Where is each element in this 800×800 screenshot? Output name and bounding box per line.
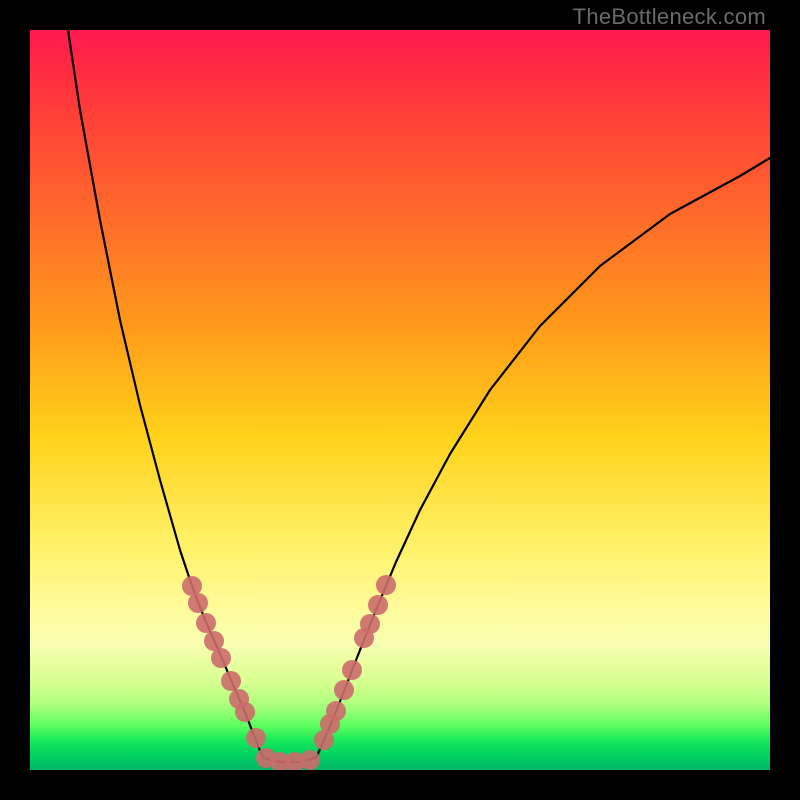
curve-marker bbox=[221, 671, 241, 691]
curve-marker bbox=[182, 576, 202, 596]
curve-marker bbox=[360, 614, 380, 634]
curve-marker bbox=[300, 750, 320, 770]
bottleneck-curve bbox=[68, 30, 770, 762]
curve-marker bbox=[211, 648, 231, 668]
watermark-text: TheBottleneck.com bbox=[573, 4, 766, 30]
curve-marker bbox=[235, 702, 255, 722]
curve-marker bbox=[334, 680, 354, 700]
plot-area bbox=[30, 30, 770, 770]
marker-group bbox=[182, 575, 396, 770]
curve-marker bbox=[368, 595, 388, 615]
curve-marker bbox=[246, 728, 266, 748]
chart-svg bbox=[30, 30, 770, 770]
curve-marker bbox=[326, 701, 346, 721]
curve-marker bbox=[196, 613, 216, 633]
curve-marker bbox=[188, 593, 208, 613]
curve-marker bbox=[376, 575, 396, 595]
curve-marker bbox=[342, 660, 362, 680]
